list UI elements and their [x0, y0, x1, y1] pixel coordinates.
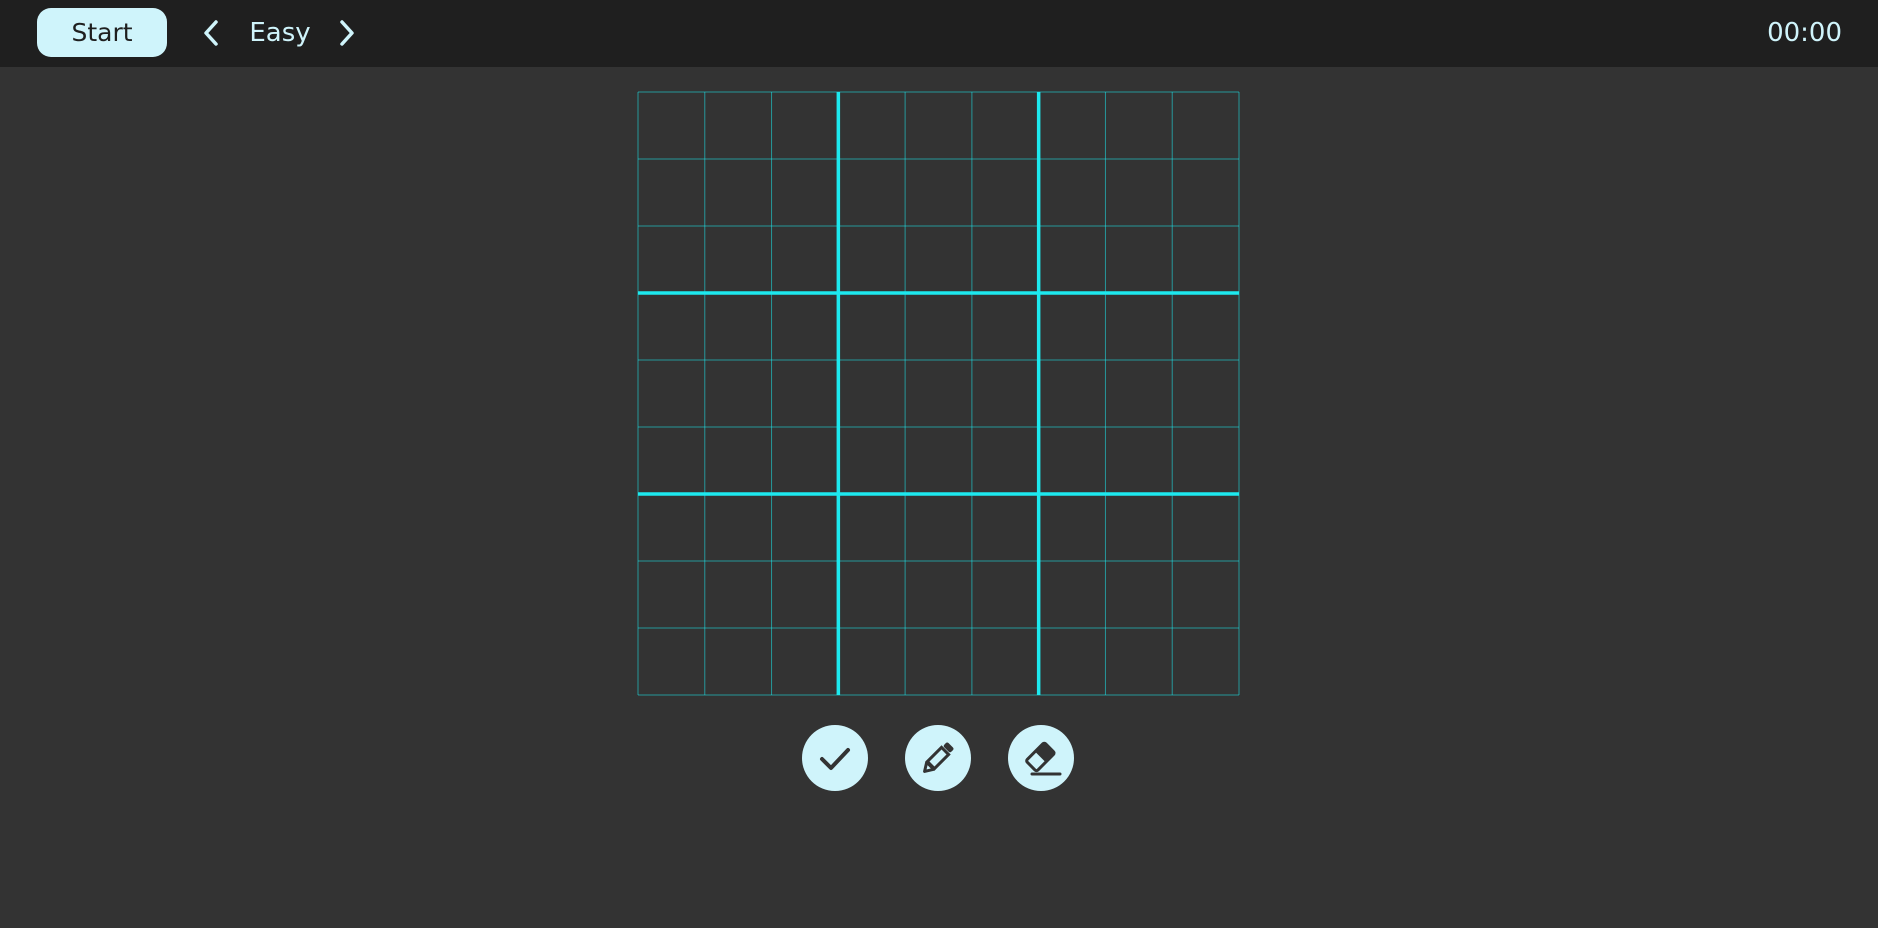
- sudoku-cell[interactable]: [772, 494, 839, 561]
- sudoku-grid: [637, 91, 1240, 696]
- sudoku-cell[interactable]: [705, 92, 772, 159]
- sudoku-cell[interactable]: [1039, 561, 1106, 628]
- sudoku-cell[interactable]: [638, 92, 705, 159]
- sudoku-cell[interactable]: [1105, 494, 1172, 561]
- sudoku-cell[interactable]: [972, 360, 1039, 427]
- sudoku-cell[interactable]: [638, 360, 705, 427]
- start-button[interactable]: Start: [37, 8, 167, 57]
- sudoku-cell[interactable]: [705, 159, 772, 226]
- sudoku-cell[interactable]: [1172, 628, 1239, 695]
- difficulty-label: Easy: [249, 18, 311, 48]
- chevron-right-icon[interactable]: [333, 17, 359, 49]
- sudoku-cell[interactable]: [972, 427, 1039, 494]
- check-icon: [820, 748, 850, 770]
- sudoku-cell[interactable]: [705, 427, 772, 494]
- sudoku-cell[interactable]: [1105, 561, 1172, 628]
- sudoku-cell[interactable]: [772, 226, 839, 293]
- sudoku-cell[interactable]: [838, 628, 905, 695]
- sudoku-cell[interactable]: [972, 226, 1039, 293]
- sudoku-cell[interactable]: [905, 494, 972, 561]
- sudoku-cell[interactable]: [1105, 427, 1172, 494]
- sudoku-cell[interactable]: [772, 427, 839, 494]
- sudoku-cell[interactable]: [972, 92, 1039, 159]
- sudoku-cell[interactable]: [1039, 628, 1106, 695]
- sudoku-cell[interactable]: [705, 561, 772, 628]
- sudoku-cell[interactable]: [705, 293, 772, 360]
- chevron-left-icon[interactable]: [199, 17, 225, 49]
- sudoku-cell[interactable]: [1039, 293, 1106, 360]
- sudoku-cell[interactable]: [905, 92, 972, 159]
- sudoku-cell[interactable]: [972, 561, 1039, 628]
- sudoku-cell[interactable]: [838, 293, 905, 360]
- sudoku-cell[interactable]: [1172, 293, 1239, 360]
- sudoku-cell[interactable]: [972, 494, 1039, 561]
- sudoku-cell[interactable]: [972, 628, 1039, 695]
- sudoku-cell[interactable]: [905, 226, 972, 293]
- sudoku-cell[interactable]: [638, 628, 705, 695]
- sudoku-cell[interactable]: [1039, 159, 1106, 226]
- sudoku-cell[interactable]: [1172, 92, 1239, 159]
- sudoku-cell[interactable]: [772, 561, 839, 628]
- sudoku-cell[interactable]: [838, 92, 905, 159]
- sudoku-cell[interactable]: [1039, 360, 1106, 427]
- sudoku-cell[interactable]: [838, 226, 905, 293]
- top-bar: Start Easy 00:00: [0, 0, 1878, 67]
- pencil-icon: [923, 742, 954, 773]
- sudoku-cell[interactable]: [1039, 494, 1106, 561]
- sudoku-cell[interactable]: [905, 427, 972, 494]
- sudoku-cell[interactable]: [1105, 360, 1172, 427]
- sudoku-cell[interactable]: [705, 226, 772, 293]
- sudoku-cell[interactable]: [905, 561, 972, 628]
- sudoku-cell[interactable]: [1105, 628, 1172, 695]
- sudoku-cell[interactable]: [772, 360, 839, 427]
- sudoku-cell[interactable]: [1172, 427, 1239, 494]
- timer: 00:00: [1767, 18, 1842, 48]
- sudoku-cell[interactable]: [1172, 159, 1239, 226]
- sudoku-cell[interactable]: [972, 159, 1039, 226]
- sudoku-cell[interactable]: [638, 561, 705, 628]
- sudoku-cell[interactable]: [772, 628, 839, 695]
- tool-bar: [802, 725, 1076, 791]
- sudoku-cell[interactable]: [838, 360, 905, 427]
- sudoku-cell[interactable]: [972, 293, 1039, 360]
- sudoku-cell[interactable]: [1172, 226, 1239, 293]
- sudoku-cell[interactable]: [638, 494, 705, 561]
- sudoku-cell[interactable]: [1172, 494, 1239, 561]
- sudoku-cell[interactable]: [838, 561, 905, 628]
- sudoku-cell[interactable]: [638, 427, 705, 494]
- sudoku-cell[interactable]: [1039, 92, 1106, 159]
- sudoku-cell[interactable]: [772, 159, 839, 226]
- sudoku-cell[interactable]: [1105, 92, 1172, 159]
- sudoku-board: [637, 91, 1240, 696]
- sudoku-cell[interactable]: [1172, 561, 1239, 628]
- sudoku-cell[interactable]: [838, 427, 905, 494]
- sudoku-cell[interactable]: [1105, 293, 1172, 360]
- sudoku-cell[interactable]: [905, 293, 972, 360]
- sudoku-cell[interactable]: [705, 360, 772, 427]
- sudoku-cell[interactable]: [638, 226, 705, 293]
- check-button[interactable]: [802, 725, 868, 791]
- sudoku-cell[interactable]: [638, 293, 705, 360]
- sudoku-cell[interactable]: [1039, 226, 1106, 293]
- sudoku-cell[interactable]: [772, 293, 839, 360]
- sudoku-cell[interactable]: [905, 360, 972, 427]
- sudoku-cell[interactable]: [905, 159, 972, 226]
- sudoku-cell[interactable]: [1105, 159, 1172, 226]
- sudoku-cell[interactable]: [838, 159, 905, 226]
- sudoku-cell[interactable]: [838, 494, 905, 561]
- sudoku-cell[interactable]: [705, 494, 772, 561]
- pencil-button[interactable]: [905, 725, 971, 791]
- sudoku-cell[interactable]: [1105, 226, 1172, 293]
- eraser-button[interactable]: [1008, 725, 1074, 791]
- sudoku-cell[interactable]: [772, 92, 839, 159]
- sudoku-cell[interactable]: [1172, 360, 1239, 427]
- sudoku-cell[interactable]: [1039, 427, 1106, 494]
- sudoku-cell[interactable]: [705, 628, 772, 695]
- sudoku-cell[interactable]: [638, 159, 705, 226]
- sudoku-cell[interactable]: [905, 628, 972, 695]
- eraser-icon: [1025, 741, 1062, 776]
